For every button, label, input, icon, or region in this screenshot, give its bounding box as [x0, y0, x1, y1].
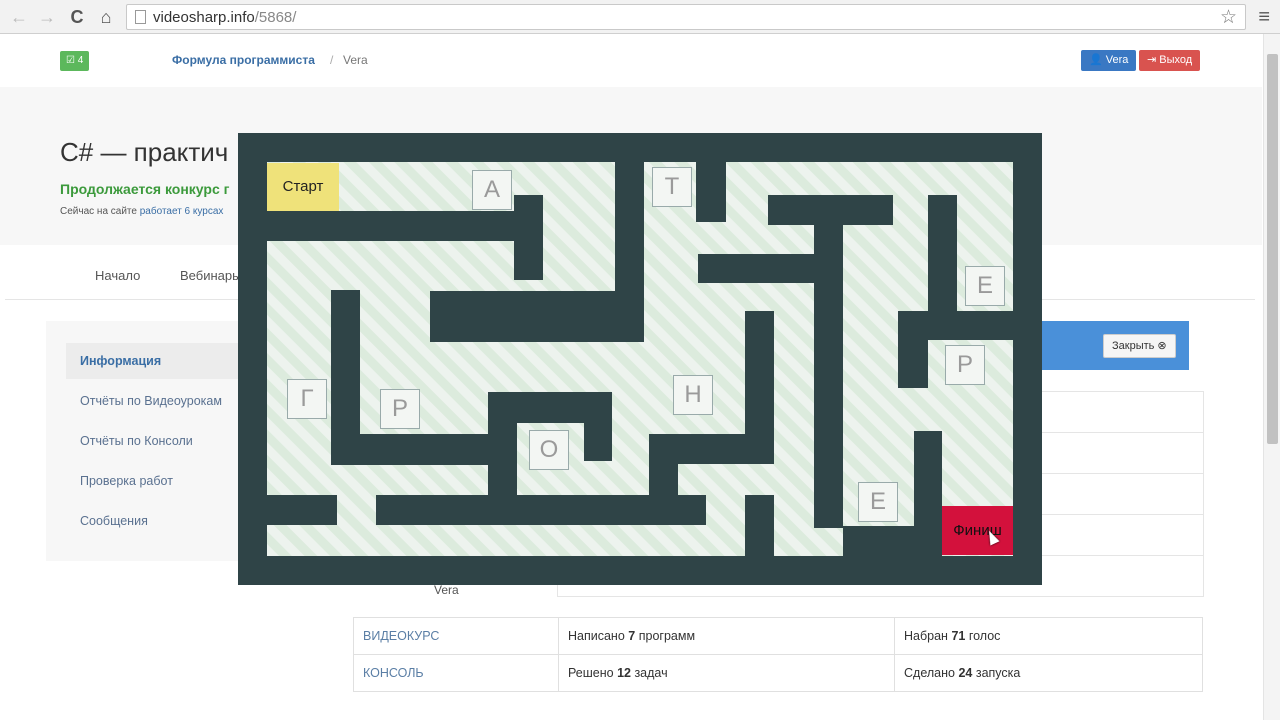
maze-letter-e-top: Е [965, 266, 1005, 306]
stats-cell: Написано 7 программ [558, 617, 895, 655]
maze-letter-g: Г [287, 379, 327, 419]
stats-table: ВИДЕОКУРС Написано 7 программ Набран 71 … [353, 617, 1203, 692]
back-icon[interactable]: ← [8, 6, 30, 28]
stats-text: программ [638, 629, 696, 643]
contest-notice[interactable]: Продолжается конкурс г [60, 181, 229, 197]
bookmark-star-icon[interactable]: ☆ [1220, 6, 1237, 29]
tasks-badge[interactable]: ☑ 4 [60, 51, 90, 71]
maze-finish[interactable]: Финиш [942, 506, 1013, 555]
maze-letter-e-bottom: Е [858, 482, 898, 522]
sidebar-item-info[interactable]: Информация [66, 343, 246, 379]
logout-button[interactable]: ⇥ Выход [1139, 50, 1201, 71]
info-row-divider [1040, 555, 1203, 556]
stats-cell: Набран 71 голос [894, 617, 1203, 655]
reload-icon[interactable]: C [66, 6, 88, 28]
sidebar-item-video-reports[interactable]: Отчёты по Видеоурокам [66, 383, 246, 419]
address-bar[interactable]: videosharp.info/5868/ ☆ [126, 4, 1246, 30]
breadcrumb-home[interactable]: Формула программиста [172, 53, 315, 67]
user-button[interactable]: 👤 Vera [1081, 50, 1137, 71]
maze-letter-t: Т [652, 167, 692, 207]
site-header: ☑ 4 Формула программиста / Vera 👤 Vera ⇥… [0, 35, 1262, 87]
stats-number: 7 [628, 629, 636, 643]
stats-label-console[interactable]: КОНСОЛЬ [353, 654, 559, 692]
stats-text: запуска [975, 666, 1021, 680]
stats-text: задач [634, 666, 668, 680]
info-table [1040, 391, 1204, 597]
page-title: C# — практич [60, 137, 229, 167]
stats-number: 12 [617, 666, 631, 680]
forward-icon[interactable]: → [36, 6, 58, 28]
online-status: Сейчас на сайте работает 6 курсах [60, 206, 223, 217]
stats-cell: Решено 12 задач [558, 654, 895, 692]
sidebar-item-console-reports[interactable]: Отчёты по Консоли [66, 423, 246, 459]
stats-number: 71 [951, 629, 966, 643]
maze-board [267, 162, 1013, 556]
stats-number: 24 [958, 666, 973, 680]
tab-webinars[interactable]: Вебинары [180, 268, 241, 283]
online-link[interactable]: работает 6 курсах [140, 206, 224, 217]
table-row: ВИДЕОКУРС Написано 7 программ Набран 71 … [353, 617, 1203, 655]
info-row-divider [1040, 514, 1203, 515]
stats-text: Сделано [904, 666, 955, 680]
home-icon[interactable]: ⌂ [95, 6, 117, 28]
info-row-divider [1040, 432, 1203, 433]
sidebar-item-messages[interactable]: Сообщения [66, 503, 246, 539]
profile-name-label: Vera [434, 583, 459, 597]
maze-letter-n: Н [673, 375, 713, 415]
info-table-bottom [557, 584, 1204, 597]
tab-start[interactable]: Начало [95, 268, 140, 283]
url-text[interactable]: videosharp.info/5868/ [153, 9, 296, 26]
stats-text: Набран [904, 629, 948, 643]
stats-label-videocourse[interactable]: ВИДЕОКУРС [353, 617, 559, 655]
maze-letter-o: О [529, 430, 569, 470]
sidebar: Информация Отчёты по Видеоурокам Отчёты … [46, 321, 246, 561]
table-row: КОНСОЛЬ Решено 12 задач Сделано 24 запус… [353, 654, 1203, 692]
browser-menu-icon[interactable]: ≡ [1258, 6, 1270, 29]
page-scrollbar[interactable] [1263, 34, 1280, 720]
breadcrumb-current: Vera [343, 53, 368, 67]
online-prefix: Сейчас на сайте [60, 206, 137, 217]
maze-letter-r-left: Р [380, 389, 420, 429]
url-path: /5868/ [254, 9, 297, 26]
sidebar-item-review[interactable]: Проверка работ [66, 463, 246, 499]
maze-start: Старт [267, 163, 339, 211]
maze-letter-r-right: Р [945, 345, 985, 385]
scrollbar-thumb[interactable] [1267, 54, 1278, 444]
close-button[interactable]: Закрыть ⊗ [1103, 334, 1176, 358]
stats-text: голос [968, 629, 1001, 643]
stats-text: Решено [568, 666, 614, 680]
maze-game[interactable]: Старт Финиш А Т Е Р Г Р Н О Е [238, 133, 1042, 585]
browser-toolbar: ← → C ⌂ videosharp.info/5868/ ☆ ≡ [0, 0, 1280, 34]
info-row-divider [1040, 473, 1203, 474]
stats-text: Написано [568, 629, 625, 643]
maze-letter-a: А [472, 170, 512, 210]
breadcrumb-separator: / [330, 53, 334, 67]
page-icon [135, 10, 146, 24]
url-host: videosharp.info [153, 9, 255, 26]
stats-cell: Сделано 24 запуска [894, 654, 1203, 692]
